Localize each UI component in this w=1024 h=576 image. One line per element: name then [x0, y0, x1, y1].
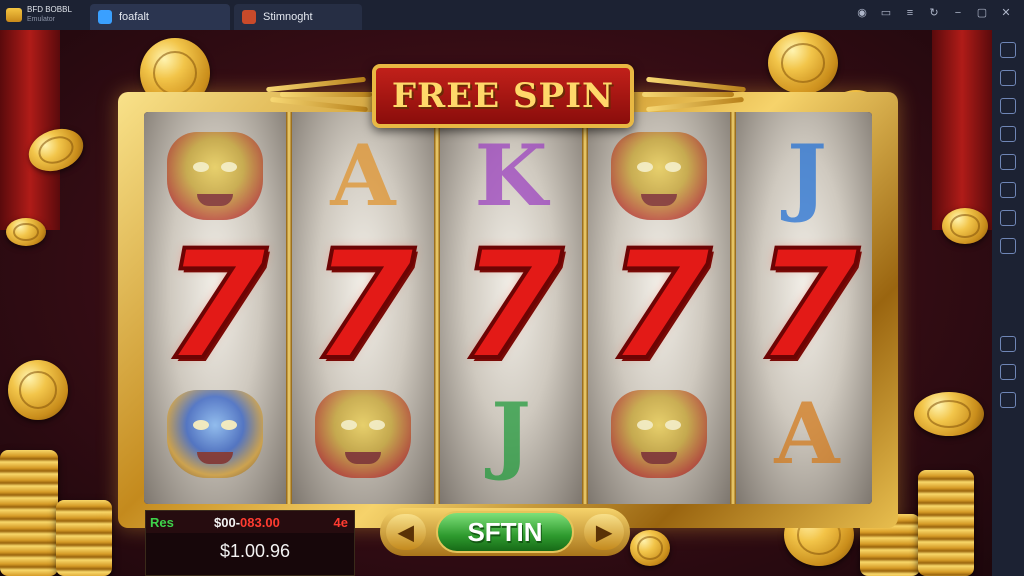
dragon-mask-icon: [611, 132, 707, 220]
rotate-icon[interactable]: ↻: [928, 7, 940, 19]
letter-symbol: J: [450, 384, 572, 484]
letter-symbol: K: [450, 126, 572, 226]
banner-wing-left: [266, 74, 376, 113]
increase-bet-button[interactable]: ▶: [584, 514, 624, 550]
letter-symbol: A: [302, 126, 424, 226]
seven-symbol: 7: [440, 229, 582, 383]
dragon-mask-symbol: [154, 126, 276, 226]
reel-frame: 7 A 7 K 7 J 7 J 7 A: [118, 92, 898, 528]
tab-home[interactable]: foafalt: [90, 4, 230, 30]
seven-symbol: 7: [144, 229, 286, 383]
coin-stack: [56, 500, 112, 576]
app-tab-icon: [98, 10, 112, 24]
letter-a-label: A: [330, 126, 396, 225]
slot-game-screen[interactable]: 7 A 7 K 7 J 7 J 7 A FREE SPIN Res $00-08…: [0, 30, 992, 576]
spin-button[interactable]: SFTIN: [436, 511, 574, 553]
toolbar-location-icon[interactable]: [1000, 182, 1016, 198]
dragon-mask-symbol: [598, 384, 720, 484]
seven-symbol: 7: [736, 229, 872, 383]
gold-coin-icon: [942, 208, 988, 244]
seven-symbol: 7: [292, 229, 434, 383]
decrease-bet-button[interactable]: ◀: [386, 514, 426, 550]
dragon-mask-icon: [167, 132, 263, 220]
app-subtitle: Emulator: [27, 16, 56, 23]
dragon-mask-icon: [611, 390, 707, 478]
toolbar-more-icon[interactable]: [1000, 238, 1016, 254]
seven-label: 7: [457, 219, 565, 393]
gold-coin-icon: [768, 32, 838, 94]
toolbar-screenshot-icon[interactable]: [1000, 98, 1016, 114]
record-icon[interactable]: ◉: [856, 7, 868, 19]
letter-symbol: J: [746, 126, 868, 226]
reel-4: 7: [588, 112, 730, 504]
letter-j-label: J: [787, 126, 827, 225]
close-icon[interactable]: ✕: [1000, 7, 1012, 19]
gold-coin-icon: [914, 392, 984, 436]
app-name: BFD BOBBL: [27, 5, 72, 14]
gold-coin-icon: [630, 530, 670, 566]
toolbar-recent-icon[interactable]: [1000, 392, 1016, 408]
tab-game[interactable]: Stimnoght: [234, 4, 362, 30]
letter-k-label: K: [474, 126, 548, 225]
reel-5: J 7 A: [736, 112, 872, 504]
menu-icon[interactable]: ≡: [904, 7, 916, 19]
toolbar-gamepad-icon[interactable]: [1000, 70, 1016, 86]
emulator-side-toolbar: [992, 30, 1024, 576]
toolbar-home-icon[interactable]: [1000, 364, 1016, 380]
tab-home-label: foafalt: [119, 11, 149, 23]
letter-a-label: A: [774, 384, 840, 483]
right-pillar: [932, 30, 992, 230]
lion-mask-symbol: [154, 384, 276, 484]
seven-label: 7: [161, 219, 269, 393]
dragon-mask-symbol: [598, 126, 720, 226]
toolbar-volume-icon[interactable]: [1000, 126, 1016, 142]
bet-label: Res: [150, 514, 174, 530]
reel-1: 7: [144, 112, 286, 504]
restore-icon[interactable]: ▢: [976, 7, 988, 19]
seven-label: 7: [605, 219, 713, 393]
reel-3: K 7 J: [440, 112, 582, 504]
balance-value: $1.00.96: [220, 541, 291, 561]
letter-j-label: J: [491, 384, 531, 483]
coin-stack: [918, 470, 974, 576]
seven-label: 7: [309, 219, 417, 393]
coin-stack: [0, 450, 58, 576]
seven-symbol: 7: [588, 229, 730, 383]
banner-title: FREE SPIN: [391, 76, 615, 116]
toolbar-back-icon[interactable]: [1000, 336, 1016, 352]
bet-amount: $00-083.00: [214, 514, 280, 530]
emulator-title-bar: BFD BOBBL Emulator foafalt Stimnoght ◉ ▭…: [0, 0, 1024, 30]
lion-mask-icon: [167, 390, 263, 478]
reel-2: A 7: [292, 112, 434, 504]
letter-symbol: A: [746, 384, 868, 484]
free-spin-banner: FREE SPIN: [372, 64, 634, 128]
bet-suffix: 4e: [333, 514, 348, 530]
reel-window: 7 A 7 K 7 J 7 J 7 A: [144, 112, 872, 504]
gold-coin-icon: [6, 218, 46, 246]
emulator-logo-icon: [6, 8, 22, 22]
toolbar-shake-icon[interactable]: [1000, 210, 1016, 226]
gold-coin-icon: [8, 360, 68, 420]
toolbar-keyboard-icon[interactable]: [1000, 42, 1016, 58]
toolbar-folder-icon[interactable]: [1000, 154, 1016, 170]
seven-label: 7: [753, 219, 861, 393]
tab-game-label: Stimnoght: [263, 11, 313, 23]
bet-info-panel: Res $00-083.00 4e $1.00.96: [145, 510, 355, 576]
minimize-icon[interactable]: −: [952, 7, 964, 19]
dragon-mask-symbol: [302, 384, 424, 484]
emulator-app-label[interactable]: BFD BOBBL Emulator: [0, 0, 90, 30]
game-tab-icon: [242, 10, 256, 24]
spin-controls: ◀ SFTIN ▶: [380, 508, 630, 556]
window-controls: ◉ ▭ ≡ ↻ − ▢ ✕: [856, 7, 1012, 19]
banner-wing-right: [640, 74, 750, 113]
dragon-mask-icon: [315, 390, 411, 478]
bookmark-icon[interactable]: ▭: [880, 7, 892, 19]
